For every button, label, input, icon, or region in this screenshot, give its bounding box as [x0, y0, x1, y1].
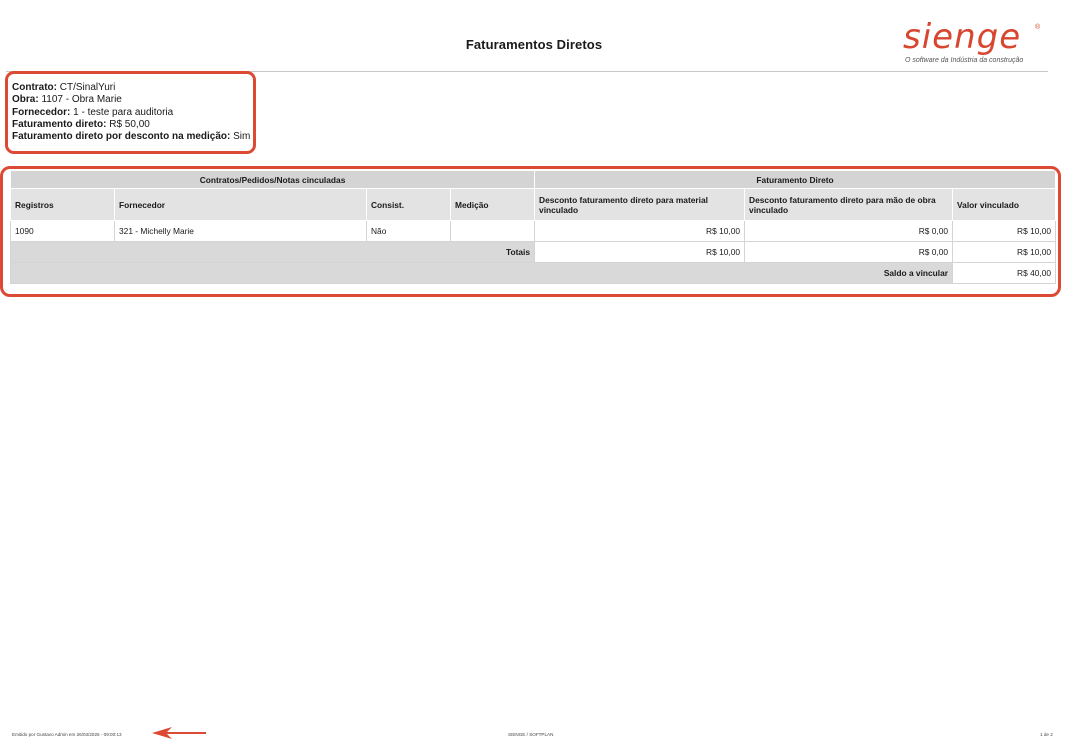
registered-mark-icon: ®	[1035, 24, 1041, 31]
highlight-box-table	[0, 166, 1061, 297]
arrow-left-icon	[152, 727, 206, 739]
footer-emitido: Emitido por Gustavo Admin em 26/03/2025 …	[12, 732, 122, 737]
footer-center: SIENGE / SOFTPLAN	[508, 732, 554, 737]
logo-wordmark: sienge	[903, 17, 1022, 57]
logo-tagline: O software da Indústria da construção	[905, 57, 1024, 64]
highlight-box-info	[5, 71, 256, 154]
sienge-logo: sienge ® O software da Indústria da cons…	[903, 20, 1043, 68]
footer-page: 1 de 2	[1040, 732, 1053, 737]
